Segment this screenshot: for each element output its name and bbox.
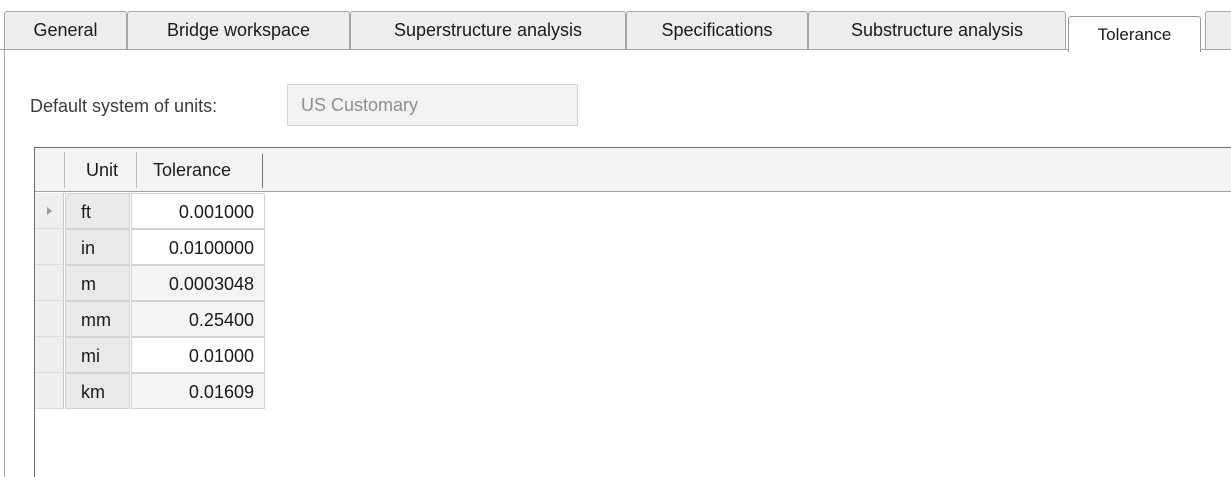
tab-specifications[interactable]: Specifications [626,11,808,49]
tab-divider [0,49,1231,50]
row-selector[interactable] [35,373,64,409]
tolerance-cell[interactable]: 0.001000 [131,193,265,229]
tab-general-label: General [33,20,98,40]
table-row[interactable]: mm 0.25400 [35,301,265,337]
row-selector[interactable] [35,193,64,229]
unit-cell: in [65,229,130,265]
tolerance-cell[interactable]: 0.0003048 [131,265,265,301]
tab-superstructure-analysis-label: Superstructure analysis [393,20,583,40]
unit-cell: km [65,373,130,409]
unit-cell: mm [65,301,130,337]
tab-overflow[interactable] [1205,11,1231,49]
table-row[interactable]: km 0.01609 [35,373,265,409]
tab-bridge-workspace-label: Bridge workspace [166,20,311,40]
header-separator [136,152,137,188]
tolerance-cell[interactable]: 0.01000 [131,337,265,373]
tab-tolerance[interactable]: Tolerance [1068,16,1201,52]
unit-cell: m [65,265,130,301]
tab-bridge-workspace[interactable]: Bridge workspace [127,11,350,49]
unit-cell: ft [65,193,130,229]
default-units-field: US Customary [287,84,578,126]
tab-general[interactable]: General [4,11,127,49]
table-row[interactable]: in 0.0100000 [35,229,265,265]
column-header-unit[interactable]: Unit [86,160,118,181]
unit-cell: mi [65,337,130,373]
tab-strip: General Bridge workspace Superstructure … [0,0,1231,52]
header-separator [64,152,65,188]
table-row[interactable]: mi 0.01000 [35,337,265,373]
tab-substructure-analysis[interactable]: Substructure analysis [808,11,1066,49]
tolerance-grid: Unit Tolerance ft 0.001000 in 0.0100000 … [34,147,1231,477]
column-header-tolerance[interactable]: Tolerance [153,160,231,181]
tab-superstructure-analysis[interactable]: Superstructure analysis [350,11,626,49]
default-units-label: Default system of units: [30,96,218,116]
tolerance-cell[interactable]: 0.01609 [131,373,265,409]
column-resize-handle[interactable] [262,154,263,188]
tab-tolerance-label: Tolerance [1097,24,1172,44]
row-selector[interactable] [35,229,64,265]
current-row-arrow-icon [47,207,52,215]
tolerance-cell[interactable]: 0.25400 [131,301,265,337]
row-selector[interactable] [35,337,64,373]
row-selector[interactable] [35,265,64,301]
grid-header: Unit Tolerance [35,148,1231,192]
tolerance-cell[interactable]: 0.0100000 [131,229,265,265]
row-selector[interactable] [35,301,64,337]
tab-specifications-label: Specifications [661,20,773,40]
table-row[interactable]: m 0.0003048 [35,265,265,301]
table-row[interactable]: ft 0.001000 [35,193,265,229]
tab-substructure-analysis-label: Substructure analysis [850,20,1024,40]
